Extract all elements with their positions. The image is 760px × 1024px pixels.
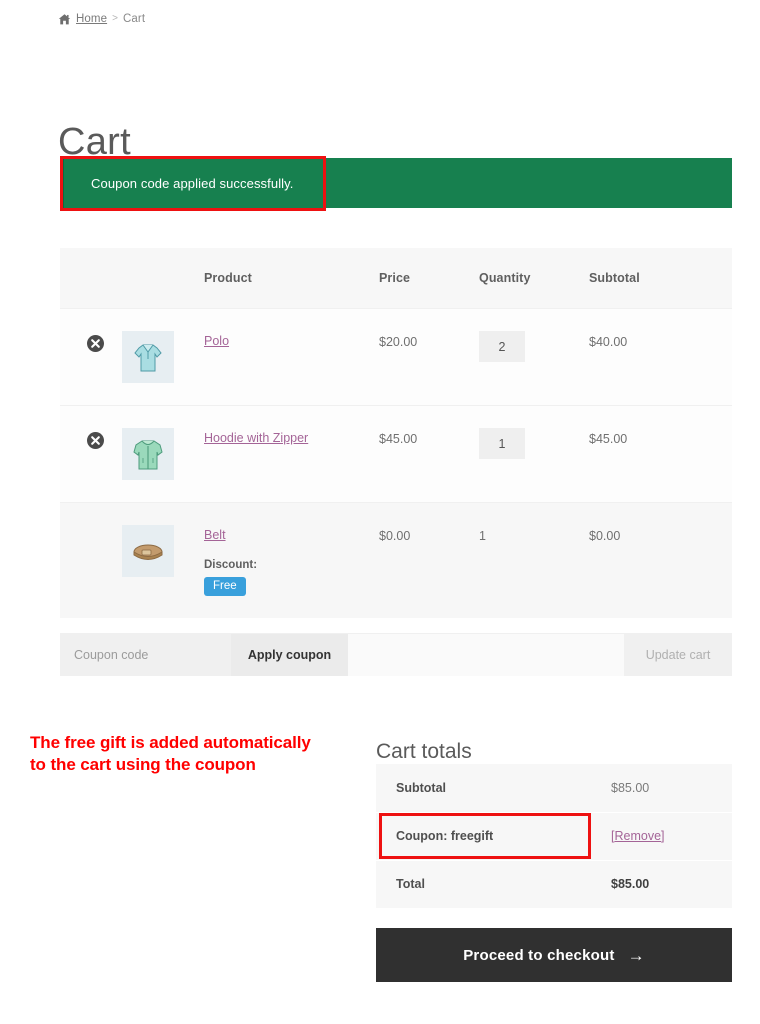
totals-label-subtotal: Subtotal — [376, 764, 587, 812]
coupon-code-input[interactable] — [60, 634, 231, 676]
cell-price: $0.00 — [379, 502, 479, 618]
remove-bracket-close: ] — [661, 829, 665, 843]
cell-remove — [60, 308, 122, 406]
totals-row-coupon: Coupon: freegift [Remove] — [376, 811, 732, 860]
cell-quantity: 1 — [479, 405, 589, 503]
column-header-remove — [60, 248, 122, 309]
cell-product-name: Hoodie with Zipper — [204, 405, 379, 503]
annotation-text: The free gift is added automatically to … — [30, 733, 311, 774]
product-price: $20.00 — [379, 335, 418, 349]
apply-coupon-button[interactable]: Apply coupon — [231, 634, 348, 676]
cell-subtotal: $40.00 — [589, 308, 732, 406]
product-price: $45.00 — [379, 432, 418, 446]
update-cart-button[interactable]: Update cart — [624, 634, 732, 676]
notice-message: Coupon code applied successfully. — [91, 175, 294, 191]
breadcrumb-separator: > — [112, 13, 119, 24]
remove-coupon-link[interactable]: Remove — [614, 829, 661, 843]
product-link[interactable]: Hoodie with Zipper — [204, 431, 308, 445]
quantity-stepper[interactable]: 2 — [479, 331, 525, 362]
arrow-right-icon: → — [627, 945, 645, 965]
cell-price: $20.00 — [379, 308, 479, 406]
remove-item-button[interactable] — [87, 335, 104, 352]
totals-label-total: Total — [376, 859, 587, 908]
status-badge: Free — [204, 577, 246, 596]
cell-subtotal: $0.00 — [589, 502, 732, 618]
cart-actions-toolbar: Apply coupon Update cart — [60, 633, 732, 676]
breadcrumb: Home > Cart — [58, 12, 145, 25]
totals-value-coupon: [Remove] — [587, 811, 732, 860]
quantity-stepper[interactable]: 1 — [479, 428, 525, 459]
cell-subtotal: $45.00 — [589, 405, 732, 503]
column-header-thumbnail — [122, 248, 204, 309]
checkout-label: Proceed to checkout — [463, 946, 615, 964]
product-price: $0.00 — [379, 529, 411, 543]
table-row: Belt Discount: Free $0.00 1 $0.00 — [60, 502, 732, 618]
product-link[interactable]: Polo — [204, 334, 229, 348]
product-subtotal: $40.00 — [589, 335, 628, 349]
breadcrumb-home-link[interactable]: Home — [76, 13, 107, 25]
cart-table: Product Price Quantity Subtotal Polo $20… — [60, 248, 732, 618]
proceed-to-checkout-button[interactable]: Proceed to checkout → — [376, 928, 732, 982]
coupon-success-notice: Coupon code applied successfully. — [60, 158, 732, 208]
quantity-static: 1 — [479, 529, 486, 543]
cell-price: $45.00 — [379, 405, 479, 503]
totals-value-subtotal: $85.00 — [587, 764, 732, 812]
table-row: Polo $20.00 2 $40.00 — [60, 308, 732, 406]
column-header-product: Product — [204, 248, 379, 309]
product-thumbnail-hoodie[interactable] — [122, 428, 174, 480]
discount-label: Discount: — [204, 559, 258, 571]
cell-thumbnail — [122, 502, 204, 618]
page-title: Cart — [58, 121, 131, 164]
product-thumbnail-polo[interactable] — [122, 331, 174, 383]
home-icon — [58, 13, 71, 26]
product-link[interactable]: Belt — [204, 528, 226, 542]
cart-totals-table: Subtotal $85.00 Coupon: freegift [Remove… — [376, 764, 732, 908]
column-header-subtotal: Subtotal — [589, 248, 732, 309]
cart-totals-title: Cart totals — [376, 740, 472, 764]
totals-row-total: Total $85.00 — [376, 859, 732, 908]
product-thumbnail-belt[interactable] — [122, 525, 174, 577]
cell-quantity: 1 — [479, 502, 589, 618]
breadcrumb-current: Cart — [123, 12, 146, 25]
remove-item-button[interactable] — [87, 432, 104, 449]
cell-product-name: Polo — [204, 308, 379, 406]
cell-quantity: 2 — [479, 308, 589, 406]
cell-product-name: Belt Discount: Free — [204, 502, 379, 618]
toolbar-spacer — [348, 634, 624, 676]
cell-remove — [60, 405, 122, 503]
column-header-price: Price — [379, 248, 479, 309]
totals-label-coupon: Coupon: freegift — [376, 811, 587, 860]
product-subtotal: $45.00 — [589, 432, 628, 446]
cell-thumbnail — [122, 308, 204, 406]
column-header-quantity: Quantity — [479, 248, 589, 309]
table-row: Hoodie with Zipper $45.00 1 $45.00 — [60, 405, 732, 503]
cart-table-header-row: Product Price Quantity Subtotal — [60, 248, 732, 309]
product-subtotal: $0.00 — [589, 529, 621, 543]
cell-thumbnail — [122, 405, 204, 503]
totals-row-subtotal: Subtotal $85.00 — [376, 764, 732, 812]
totals-value-total: $85.00 — [587, 859, 732, 908]
cell-remove — [60, 502, 122, 618]
